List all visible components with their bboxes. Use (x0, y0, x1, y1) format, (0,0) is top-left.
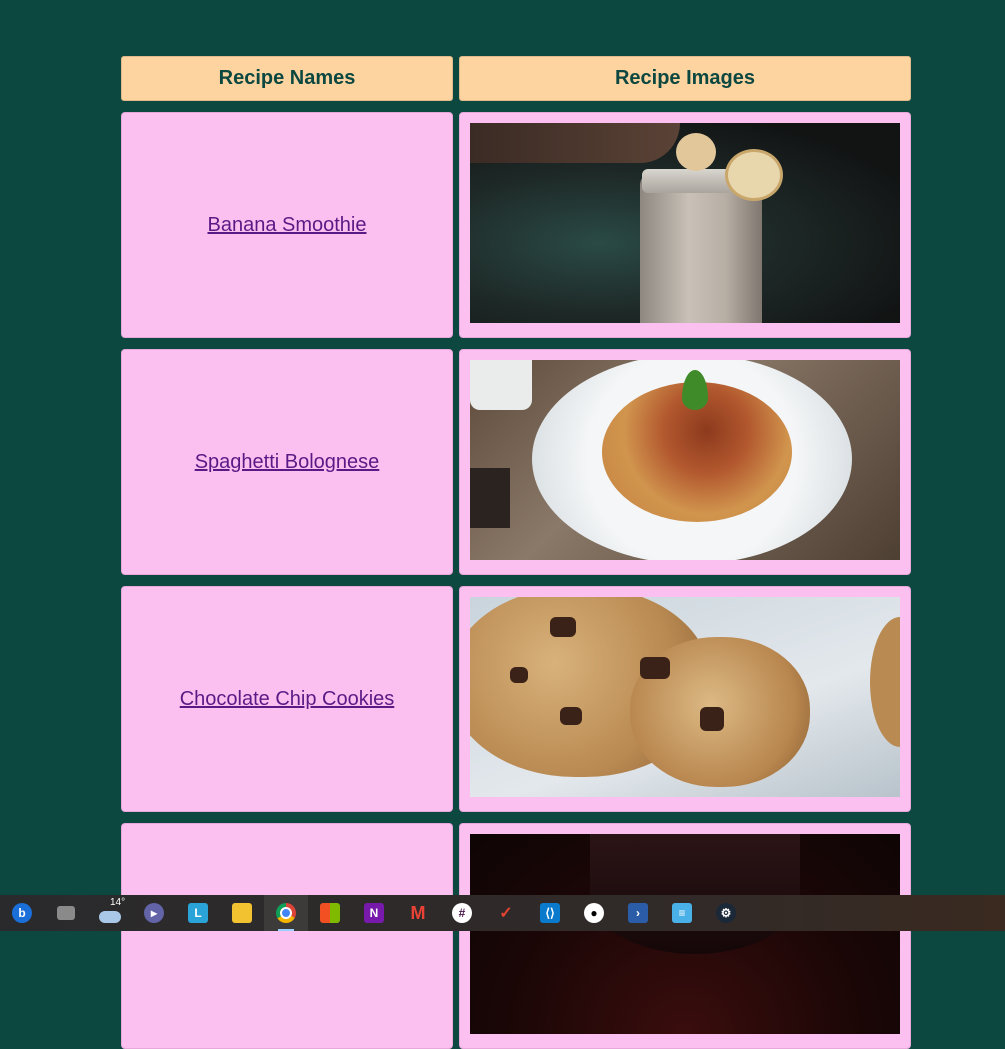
recipe-image-cell (459, 586, 911, 812)
recipe-name-cell: Banana Smoothie (121, 112, 453, 338)
table-row: Chocolate Chip Cookies (121, 586, 911, 812)
recipe-image-cell (459, 823, 911, 1049)
chrome-icon[interactable] (264, 895, 308, 931)
task-view-icon[interactable] (44, 895, 88, 931)
file-explorer-icon[interactable] (220, 895, 264, 931)
vscode-icon[interactable]: ⟨⟩ (528, 895, 572, 931)
recipe-link-banana-smoothie[interactable]: Banana Smoothie (207, 214, 366, 237)
l-app-icon[interactable]: L (176, 895, 220, 931)
spaghetti-bolognese-photo (470, 360, 900, 560)
banana-smoothie-photo (470, 123, 900, 323)
recipe-image-cell (459, 349, 911, 575)
microsoft-store-icon[interactable] (308, 895, 352, 931)
recipe-image-cell (459, 112, 911, 338)
steam-icon[interactable]: ⚙ (704, 895, 748, 931)
recipe-name-cell: Spaghetti Bolognese (121, 349, 453, 575)
recipe-link-spaghetti-bolognese[interactable]: Spaghetti Bolognese (195, 451, 380, 474)
bing-icon[interactable]: b (0, 895, 44, 931)
notepad-icon[interactable]: ≡ (660, 895, 704, 931)
header-recipe-names: Recipe Names (121, 56, 453, 101)
table-row (121, 823, 911, 1049)
chocolate-chip-cookies-photo (470, 597, 900, 797)
weather-icon[interactable]: 14° (88, 895, 132, 931)
todoist-icon[interactable]: ✓ (484, 895, 528, 931)
windows-taskbar: b 14° ▸ L N M # ✓ ⟨⟩ ● › ≡ ⚙ (0, 895, 1005, 931)
recipe-name-cell (121, 823, 453, 1049)
gmail-icon[interactable]: M (396, 895, 440, 931)
table-row: Banana Smoothie (121, 112, 911, 338)
weather-temp: 14° (110, 897, 126, 908)
header-recipe-images: Recipe Images (459, 56, 911, 101)
powershell-icon[interactable]: › (616, 895, 660, 931)
github-icon[interactable]: ● (572, 895, 616, 931)
teams-chat-icon[interactable]: ▸ (132, 895, 176, 931)
slack-icon[interactable]: # (440, 895, 484, 931)
recipe-name-cell: Chocolate Chip Cookies (121, 586, 453, 812)
drink-photo (470, 834, 900, 1034)
table-header-row: Recipe Names Recipe Images (121, 56, 911, 101)
table-row: Spaghetti Bolognese (121, 349, 911, 575)
recipe-link-chocolate-chip-cookies[interactable]: Chocolate Chip Cookies (180, 688, 395, 711)
onenote-icon[interactable]: N (352, 895, 396, 931)
